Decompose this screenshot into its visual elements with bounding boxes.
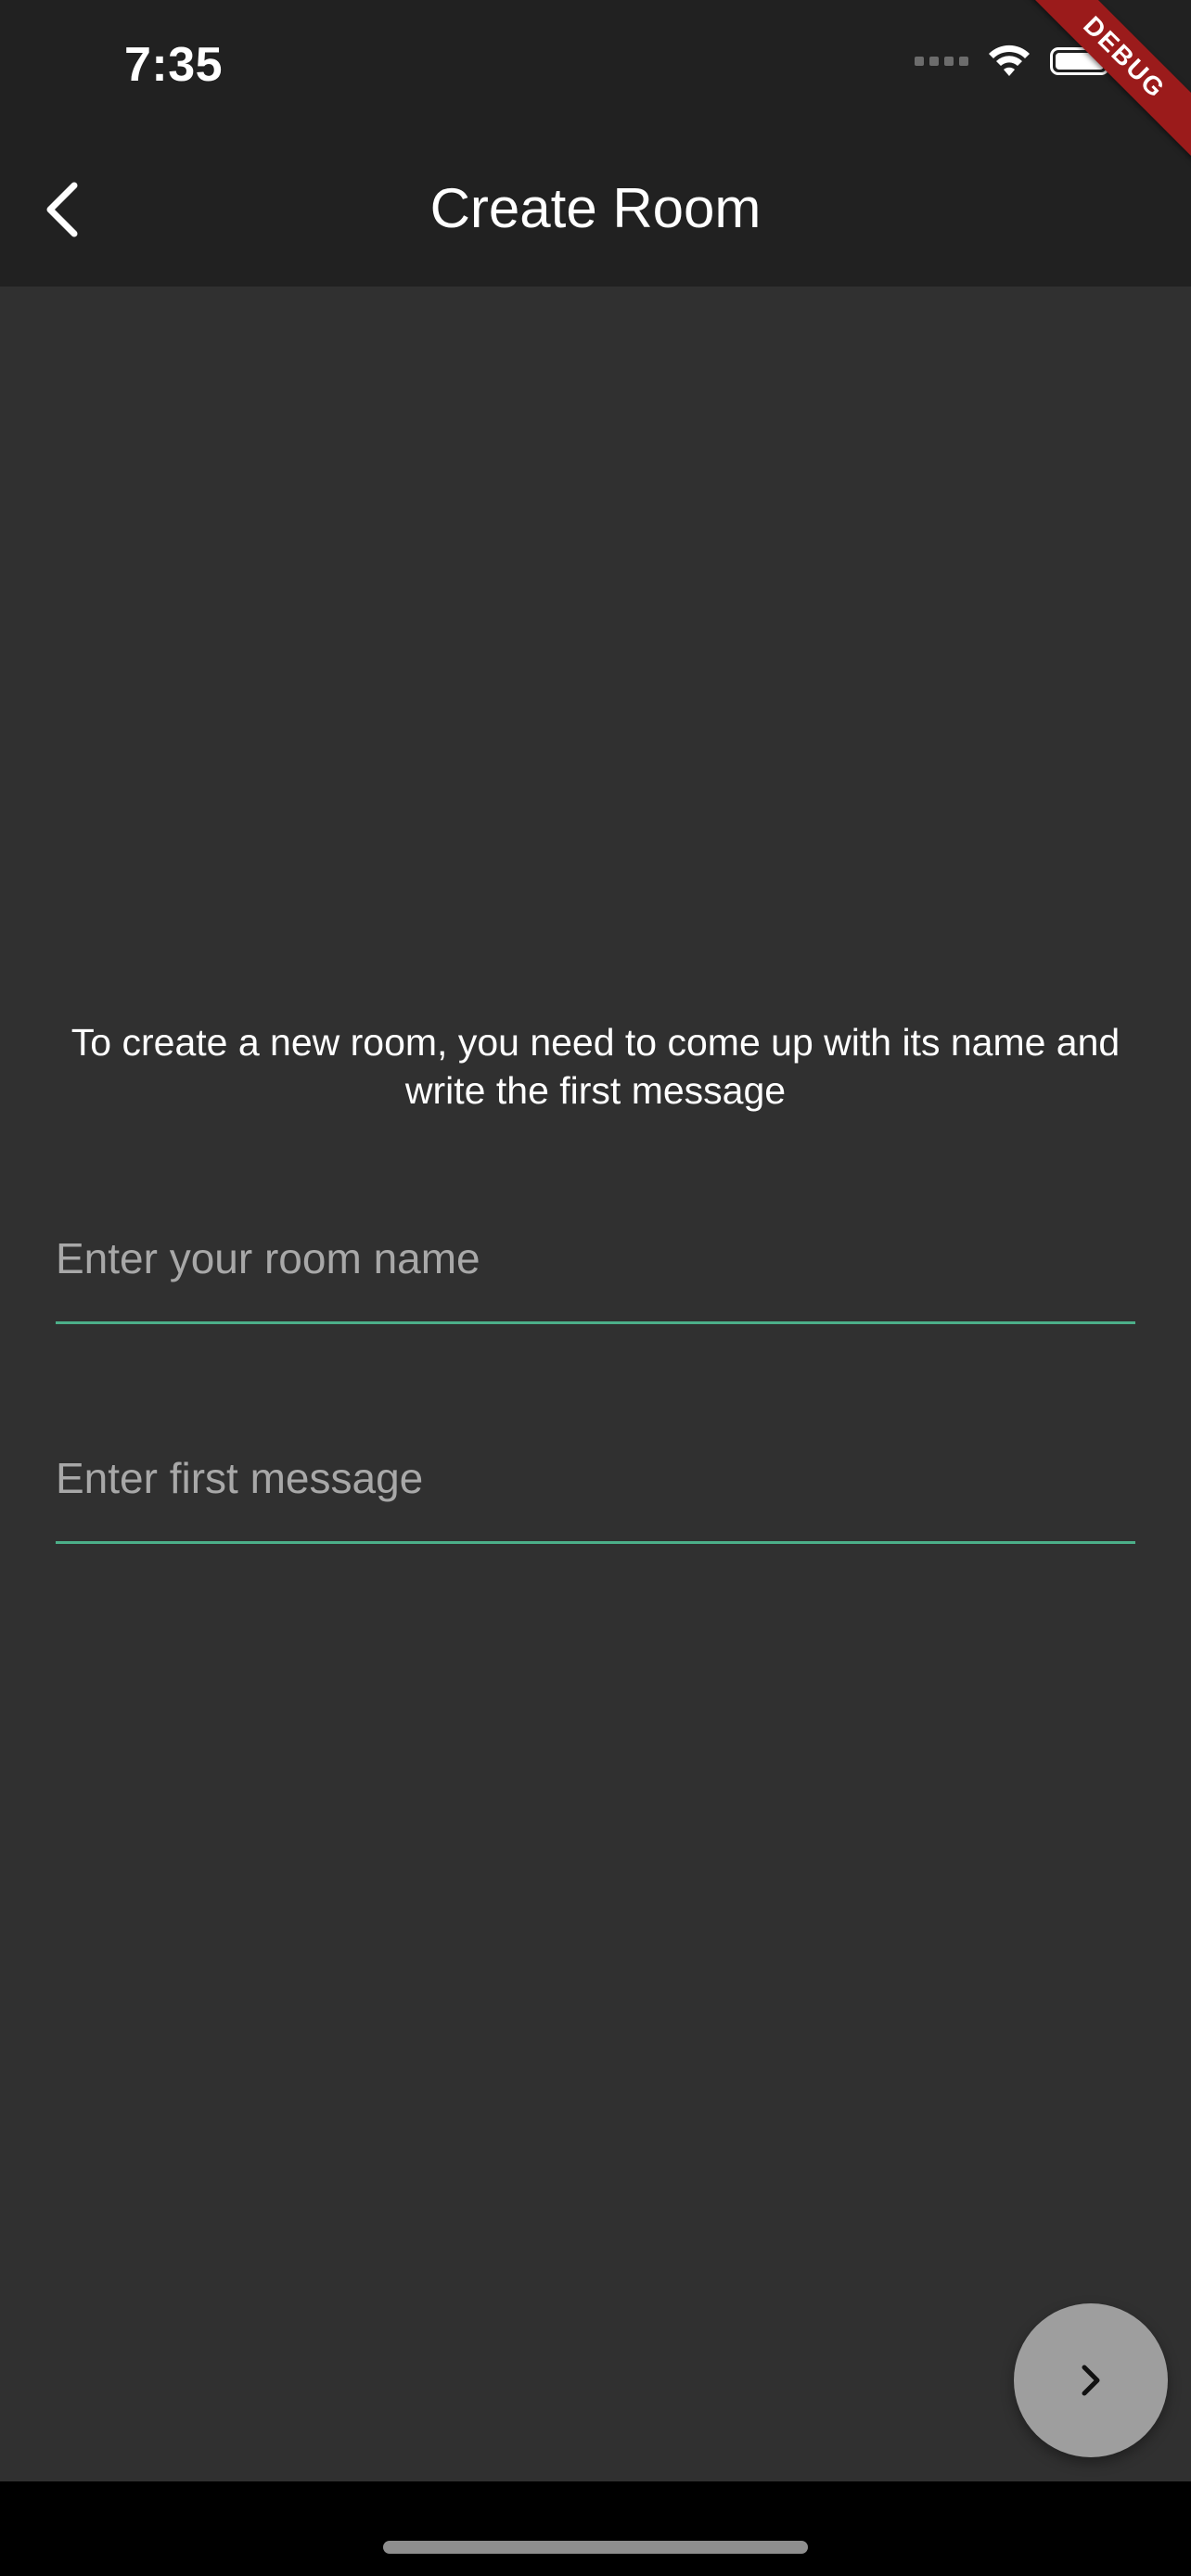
status-icons [915,45,1115,78]
bottom-safe-area [0,2481,1191,2576]
top-bar-area: 7:35 DEBUG Create Room [0,0,1191,287]
home-indicator[interactable] [383,2541,808,2554]
cellular-signal-icon [915,57,968,66]
chevron-right-icon [1082,2365,1100,2396]
wifi-icon [989,45,1030,76]
status-time: 7:35 [124,38,224,92]
next-button[interactable] [1014,2303,1168,2457]
create-room-instructions: To create a new room, you need to come u… [70,1021,1121,1112]
first-message-field [56,1442,1135,1544]
app-bar: Create Room [0,137,1191,278]
first-message-input[interactable] [56,1453,1135,1503]
page-title: Create Room [429,177,762,239]
room-name-input[interactable] [56,1233,1135,1283]
room-name-field [56,1222,1135,1324]
create-room-screen: 7:35 DEBUG Create Room To create a new r… [0,0,1191,2576]
